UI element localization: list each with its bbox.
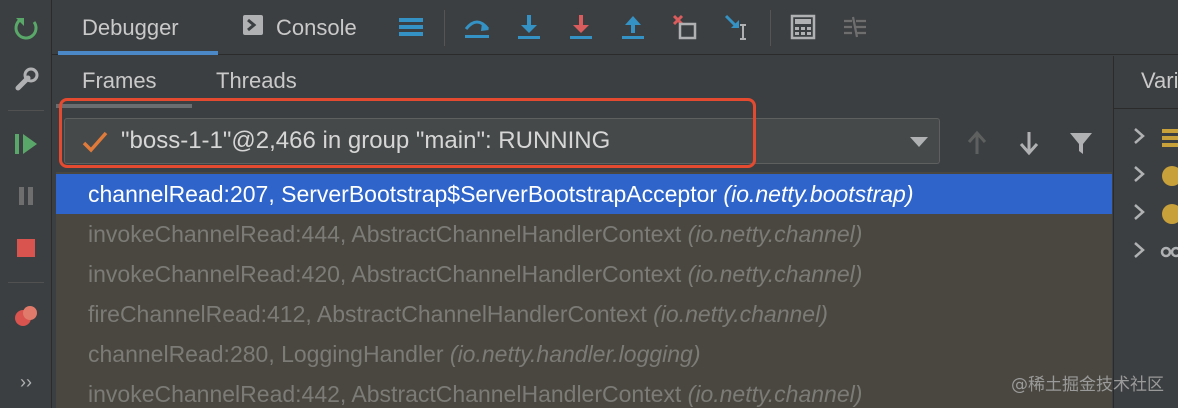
evaluate-expression-icon[interactable] bbox=[787, 11, 819, 43]
step-into-icon[interactable] bbox=[513, 11, 545, 43]
variables-title: Variables bbox=[1141, 68, 1178, 93]
list-icon bbox=[1160, 126, 1178, 153]
step-out-icon[interactable] bbox=[617, 11, 649, 43]
variable-row[interactable] bbox=[1114, 232, 1178, 272]
variables-panel: Variables bbox=[1113, 56, 1178, 408]
tab-console[interactable]: Console bbox=[242, 0, 357, 55]
chevron-right-icon bbox=[1132, 126, 1146, 151]
frame-package: (io.netty.channel) bbox=[687, 381, 863, 407]
stop-icon[interactable] bbox=[10, 232, 42, 264]
left-toolbar-separator bbox=[8, 282, 44, 283]
frame-package: (io.netty.bootstrap) bbox=[723, 181, 914, 207]
frame-row[interactable]: fireChannelRead:412, AbstractChannelHand… bbox=[56, 294, 1112, 334]
variables-divider bbox=[1114, 108, 1178, 109]
toolbar-separator bbox=[770, 10, 771, 46]
tab-console-label: Console bbox=[276, 14, 357, 40]
force-step-into-icon[interactable] bbox=[565, 11, 597, 43]
tab-threads[interactable]: Threads bbox=[216, 68, 297, 94]
left-toolbar: ›› bbox=[0, 0, 52, 408]
frame-method: fireChannelRead:412, AbstractChannelHand… bbox=[88, 301, 647, 327]
frame-row[interactable]: invokeChannelRead:420, AbstractChannelHa… bbox=[56, 254, 1112, 294]
frame-package: (io.netty.channel) bbox=[687, 261, 863, 287]
frame-row[interactable]: channelRead:280, LoggingHandler (io.nett… bbox=[56, 334, 1112, 374]
pause-program-icon[interactable] bbox=[10, 180, 42, 212]
chevron-right-icon bbox=[1132, 202, 1146, 227]
frame-method: channelRead:207, ServerBootstrap$ServerB… bbox=[88, 181, 718, 207]
trace-current-stream-icon[interactable] bbox=[839, 11, 871, 43]
rerun-icon[interactable] bbox=[10, 12, 42, 44]
frame-method: invokeChannelRead:420, AbstractChannelHa… bbox=[88, 261, 682, 287]
settings-wrench-icon[interactable] bbox=[10, 64, 42, 96]
frame-row[interactable]: channelRead:207, ServerBootstrap$ServerB… bbox=[56, 174, 1112, 214]
active-tab-underline bbox=[58, 51, 218, 55]
resume-program-icon[interactable] bbox=[10, 128, 42, 160]
previous-frame-up-icon[interactable] bbox=[962, 128, 992, 158]
variable-row[interactable] bbox=[1114, 118, 1178, 158]
parameter-icon bbox=[1160, 164, 1178, 193]
frames-list: channelRead:207, ServerBootstrap$ServerB… bbox=[56, 172, 1112, 408]
left-toolbar-separator bbox=[8, 110, 44, 111]
tab-debugger[interactable]: Debugger bbox=[58, 0, 218, 55]
infinity-icon bbox=[1160, 240, 1178, 267]
frame-row[interactable]: invokeChannelRead:444, AbstractChannelHa… bbox=[56, 214, 1112, 254]
debug-toolbar: Debugger Console bbox=[52, 0, 1178, 55]
frame-package: (io.netty.handler.logging) bbox=[449, 341, 701, 367]
run-to-cursor-icon[interactable] bbox=[721, 11, 753, 43]
drop-frame-icon[interactable] bbox=[669, 11, 701, 43]
layout-lines-icon[interactable] bbox=[395, 11, 427, 43]
chevron-right-icon bbox=[1132, 164, 1146, 189]
more-icon[interactable]: ›› bbox=[10, 366, 42, 398]
parameter-icon bbox=[1160, 202, 1178, 231]
next-frame-down-icon[interactable] bbox=[1014, 128, 1044, 158]
show-execution-point-icon[interactable] bbox=[461, 11, 493, 43]
tab-frames[interactable]: Frames bbox=[82, 68, 157, 94]
view-breakpoints-icon[interactable] bbox=[10, 300, 42, 332]
variable-row[interactable] bbox=[1114, 156, 1178, 196]
variable-row[interactable] bbox=[1114, 194, 1178, 234]
watermark: @稀土掘金技术社区 bbox=[1011, 375, 1164, 395]
toolbar-separator bbox=[444, 10, 445, 46]
frame-method: invokeChannelRead:442, AbstractChannelHa… bbox=[88, 381, 682, 407]
frame-method: invokeChannelRead:444, AbstractChannelHa… bbox=[88, 221, 682, 247]
frame-row[interactable]: invokeChannelRead:442, AbstractChannelHa… bbox=[56, 374, 1112, 408]
frame-package: (io.netty.channel) bbox=[687, 221, 863, 247]
frames-panel: Frames Threads "boss-1-1"@2,466 in group… bbox=[56, 56, 1112, 408]
chevron-down-icon bbox=[909, 135, 929, 153]
chevron-right-icon bbox=[1132, 240, 1146, 265]
frame-method: channelRead:280, LoggingHandler bbox=[88, 341, 444, 367]
tab-debugger-label: Debugger bbox=[82, 14, 179, 40]
highlight-annotation-box bbox=[59, 98, 756, 168]
console-icon bbox=[242, 14, 264, 42]
frame-package: (io.netty.channel) bbox=[653, 301, 828, 327]
filter-icon[interactable] bbox=[1066, 128, 1096, 158]
